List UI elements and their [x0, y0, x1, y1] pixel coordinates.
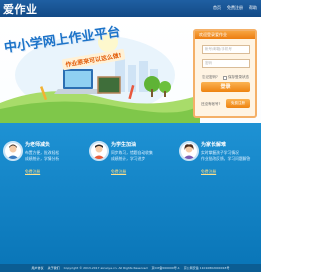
footer-icp: 京ICP备000000号-1 — [151, 266, 180, 270]
footer-about-link[interactable]: 关于我们 — [48, 266, 60, 270]
footer-copyright: Copyright © 2013-2017 aizuoye.cn. All Ri… — [63, 266, 148, 270]
nav-help-link[interactable]: 帮助 — [249, 5, 257, 11]
student-register-link[interactable]: 免费注册 — [111, 169, 126, 175]
top-links: 首页 免费注册 帮助 — [213, 5, 257, 11]
feature-title: 为老师减负 — [25, 142, 51, 148]
auto-login-checkbox[interactable] — [223, 75, 227, 80]
auto-login-option[interactable]: 保存登录状态 — [223, 75, 249, 80]
login-panel: 欢迎登录爱作业 帐号/邮箱/手机号 密码 忘记密码? 保存登录状态 登录 还没有… — [193, 29, 257, 118]
forgot-password-link[interactable]: 忘记密码? — [202, 75, 218, 80]
feature-line: 成绩统计，学情分析 — [25, 156, 60, 161]
register-button[interactable]: 免费注册 — [226, 99, 250, 108]
feature-title: 为家长解难 — [201, 142, 227, 148]
feature-line: 成绩统计，学习进步 — [111, 156, 146, 161]
nav-home-link[interactable]: 首页 — [213, 5, 221, 11]
teacher-avatar-icon — [3, 141, 23, 161]
feature-parent: 为家长解难 实时掌握孩子学习情况 作业批改反馈，学习问题解答 免费注册 — [179, 141, 257, 201]
feature-student: 为学生加油 同步练习，错题自动收集 成绩统计，学习进步 免费注册 — [89, 141, 167, 201]
register-hint: 还没有帐号? — [201, 102, 221, 106]
parent-register-link[interactable]: 免费注册 — [201, 169, 216, 175]
logo[interactable]: 爱作业 — [3, 1, 38, 17]
blackboard-icon — [97, 76, 121, 94]
password-input[interactable]: 密码 — [202, 59, 250, 68]
feature-title: 为学生加油 — [111, 142, 137, 148]
feature-teacher: 为老师减负 布置方便，批改轻松 成绩统计，学情分析 免费注册 — [3, 141, 81, 201]
teacher-register-link[interactable]: 免费注册 — [25, 169, 40, 175]
footer-police-record: 京公网安备 11010802000018号 — [183, 266, 230, 270]
parent-avatar-icon — [179, 141, 199, 161]
footer-agreement-link[interactable]: 用户协议 — [32, 266, 44, 270]
auto-login-label: 保存登录状态 — [228, 75, 249, 79]
features-band: 为老师减负 布置方便，批改轻松 成绩统计，学情分析 免费注册 为学生加油 同步练… — [0, 123, 261, 264]
nav-register-link[interactable]: 免费注册 — [227, 5, 243, 11]
login-heading: 欢迎登录爱作业 — [195, 31, 255, 39]
student-avatar-icon — [89, 141, 109, 161]
feature-line: 作业批改反馈，学习问题解答 — [201, 156, 251, 161]
footer: 用户协议 关于我们 Copyright © 2013-2017 aizuoye.… — [0, 264, 261, 272]
top-bar: 爱作业 首页 免费注册 帮助 — [0, 0, 261, 17]
login-button[interactable]: 登录 — [201, 82, 250, 92]
username-input[interactable]: 帐号/邮箱/手机号 — [202, 45, 250, 54]
